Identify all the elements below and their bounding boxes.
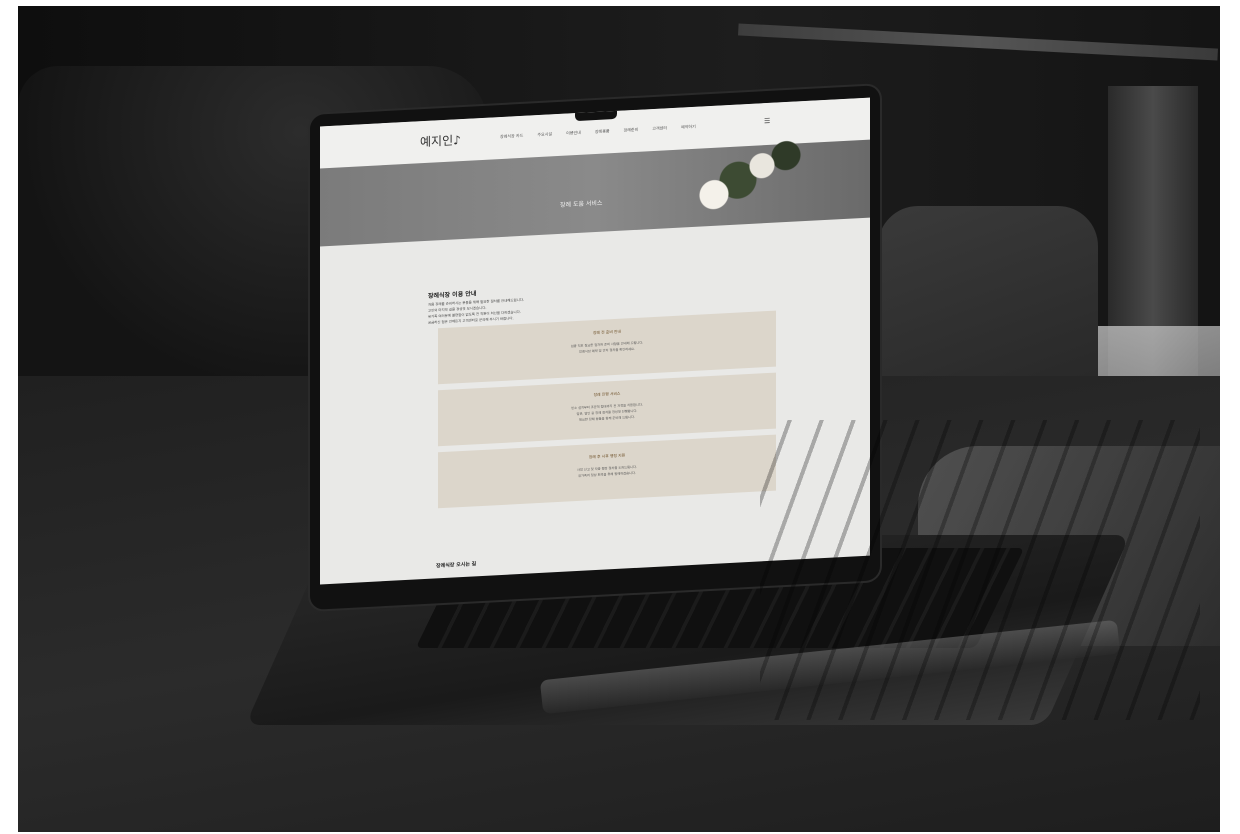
plant-shadow <box>760 420 1200 720</box>
nav-item[interactable]: 장례용품 <box>595 128 610 135</box>
photo: 예지인♪ 장례식장 카드 주요시설 이용안내 장례용품 장례준비 고객센터 예약… <box>18 6 1220 832</box>
nav-item[interactable]: 주요시설 <box>537 131 552 138</box>
nav-item[interactable]: 고객센터 <box>652 125 667 132</box>
nav-menu: 장례식장 카드 주요시설 이용안내 장례용품 장례준비 고객센터 예약하기 <box>500 124 696 140</box>
service-card[interactable]: 장례 진행 서비스 빈소 설치부터 조문객 접대까지 전 과정을 지원합니다. … <box>438 372 776 447</box>
nav-item[interactable]: 장례식장 카드 <box>500 133 523 140</box>
service-card[interactable]: 장례 후 사후 행정 지원 사망 신고 및 각종 행정 절차를 도와드립니다. … <box>438 434 776 509</box>
flower-image <box>650 136 810 234</box>
site-logo[interactable]: 예지인♪ <box>420 131 461 150</box>
hero-title: 장례 도움 서비스 <box>560 199 603 209</box>
intro-title: 장례식장 이용 안내 <box>428 290 477 300</box>
menu-icon[interactable]: ☰ <box>764 117 770 125</box>
nav-item[interactable]: 장례준비 <box>624 127 639 134</box>
footer-title: 장례식장 오시는 길 <box>436 561 477 570</box>
nav-item[interactable]: 이용안내 <box>566 130 581 137</box>
nav-item[interactable]: 예약하기 <box>681 124 696 131</box>
